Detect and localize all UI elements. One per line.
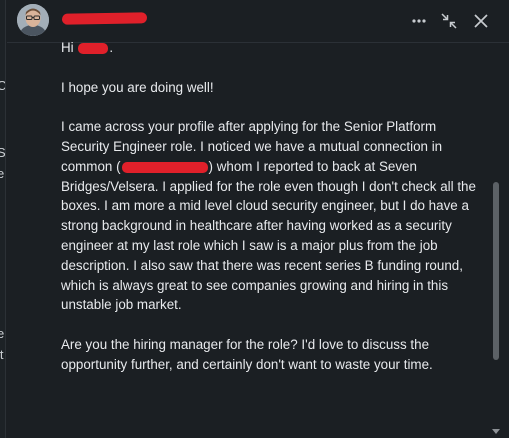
message-paragraph: Are you the hiring manager for the role?… xyxy=(61,336,433,372)
contact-name[interactable]: redacted xyxy=(62,11,147,26)
scroll-down-arrow-icon[interactable] xyxy=(492,429,500,434)
background-text-fragment: , xyxy=(0,260,1,275)
more-options-button[interactable] xyxy=(407,9,431,33)
background-text-fragment: e xyxy=(0,326,4,341)
close-icon xyxy=(474,14,488,28)
app-root: C S e , e it redacted xyxy=(0,0,509,438)
avatar[interactable] xyxy=(17,4,49,36)
minimize-button[interactable] xyxy=(437,9,461,33)
conversation-header: redacted xyxy=(7,0,509,42)
background-text-fragment: it xyxy=(0,347,4,362)
greeting-text: Hi xyxy=(61,40,78,55)
redaction-mark xyxy=(62,12,147,25)
greeting-punctuation: . xyxy=(109,40,114,55)
scrollbar-thumb[interactable] xyxy=(493,182,499,360)
message-panel: redacted xyxy=(7,0,509,438)
message-paragraph: I came across your profile after applyin… xyxy=(61,117,481,315)
redaction-mark xyxy=(78,42,109,54)
collapse-icon xyxy=(441,13,457,29)
paragraph-text: ) whom I reported to back at Seven Bridg… xyxy=(61,158,476,313)
more-horizontal-icon xyxy=(412,19,426,23)
background-text-fragment: e xyxy=(0,166,4,181)
redaction-mark xyxy=(121,161,208,173)
greeting-line: Hi . xyxy=(61,38,481,58)
background-page-edge: C S e , e it xyxy=(0,0,6,438)
close-button[interactable] xyxy=(469,9,493,33)
message-body: Hi . I hope you are doing well! I came a… xyxy=(61,38,481,394)
background-text-fragment: S xyxy=(0,145,5,160)
scrollbar[interactable] xyxy=(493,52,501,438)
message-paragraph: I hope you are doing well! xyxy=(61,79,214,95)
avatar-photo-icon xyxy=(17,4,49,36)
background-text-fragment: C xyxy=(0,78,5,93)
